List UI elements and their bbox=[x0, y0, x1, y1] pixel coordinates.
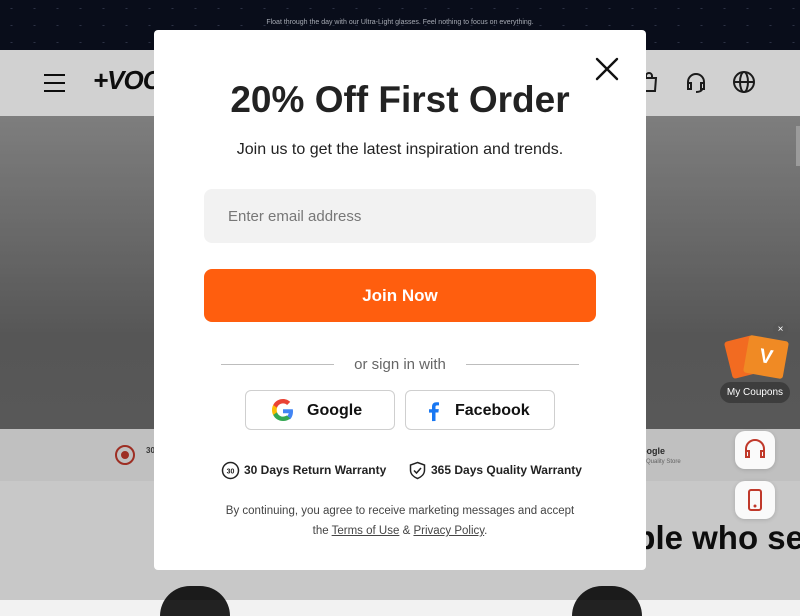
privacy-policy-link[interactable]: Privacy Policy bbox=[413, 525, 484, 537]
facebook-button[interactable]: Facebook bbox=[405, 390, 555, 430]
modal-title: 20% Off First Order bbox=[230, 79, 570, 120]
svg-text:30: 30 bbox=[227, 469, 235, 476]
facebook-label: Facebook bbox=[455, 402, 530, 419]
signup-modal: 20% Off First Order Join us to get the l… bbox=[154, 30, 646, 570]
terms-period: . bbox=[484, 525, 488, 537]
phone-icon bbox=[748, 489, 762, 511]
quality-warranty-text: 365 Days Quality Warranty bbox=[431, 463, 582, 477]
coupon-card-front: V bbox=[743, 334, 789, 380]
google-icon bbox=[272, 399, 293, 421]
terms-text: By continuing, you agree to receive mark… bbox=[154, 501, 646, 541]
coupon-close-icon[interactable]: × bbox=[773, 322, 788, 337]
join-now-button[interactable]: Join Now bbox=[204, 269, 596, 322]
google-button[interactable]: Google bbox=[245, 390, 395, 430]
terms-prefix: By continuing, you agree to receive mark… bbox=[225, 505, 575, 517]
facebook-icon bbox=[429, 402, 439, 422]
terms-amp: & bbox=[402, 525, 411, 537]
return-warranty-text: 30 Days Return Warranty bbox=[244, 463, 387, 477]
modal-subtitle: Join us to get the latest inspiration an… bbox=[236, 141, 564, 158]
sign-in-with-label: or sign in with bbox=[354, 356, 446, 373]
headset-icon bbox=[745, 439, 765, 458]
terms-of-use-link[interactable]: Terms of Use bbox=[332, 525, 400, 537]
email-input[interactable] bbox=[204, 189, 596, 243]
coupon-label[interactable]: My Coupons bbox=[720, 382, 790, 403]
return-icon: 30 bbox=[221, 461, 240, 480]
terms-the: the bbox=[312, 525, 329, 537]
app-float-button[interactable] bbox=[735, 481, 775, 519]
shield-icon bbox=[409, 461, 426, 480]
support-float-button[interactable] bbox=[735, 431, 775, 469]
coupon-widget[interactable]: V × My Coupons bbox=[720, 322, 792, 406]
google-label: Google bbox=[307, 402, 363, 419]
